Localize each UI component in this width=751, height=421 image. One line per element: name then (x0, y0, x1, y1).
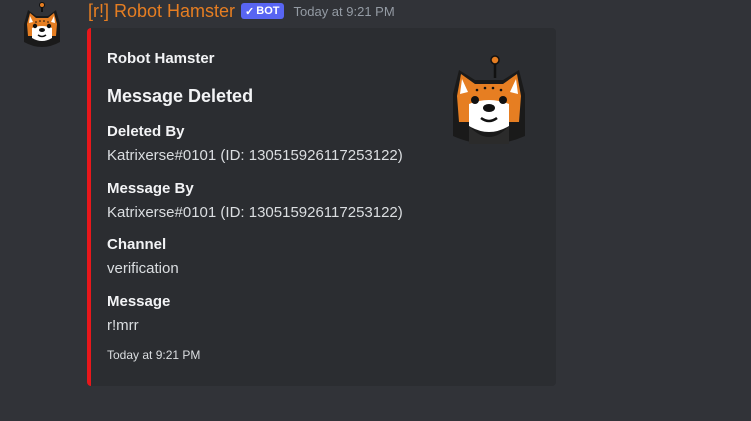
embed-field-message: Message r!mrr (107, 292, 170, 336)
author-username[interactable]: [r!] Robot Hamster (88, 1, 235, 22)
embed-author: Robot Hamster (107, 50, 215, 67)
hamster-avatar-icon[interactable] (20, 2, 64, 50)
embed-title: Message Deleted (107, 86, 254, 106)
field-name: Channel (107, 236, 167, 253)
message-embed: Robot Hamster Message Deleted Deleted By… (87, 28, 556, 386)
chat-message: [r!] Robot Hamster ✓ BOT Today at 9:21 P… (0, 0, 751, 421)
embed-footer-timestamp: Today at 9:21 PM (107, 348, 201, 362)
message-header: [r!] Robot Hamster ✓ BOT Today at 9:21 P… (88, 0, 395, 22)
field-name: Deleted By (107, 123, 185, 140)
field-name: Message By (107, 180, 194, 197)
field-value: Katrixerse#0101 (ID: 130515926117253122) (107, 204, 403, 221)
embed-field-message-by: Message By Katrixerse#0101 (ID: 13051592… (107, 179, 403, 223)
bot-badge: ✓ BOT (241, 3, 284, 19)
embed-field-channel: Channel verification (107, 235, 179, 279)
hamster-thumbnail-icon[interactable] (449, 52, 529, 148)
embed-field-deleted-by: Deleted By Katrixerse#0101 (ID: 13051592… (107, 122, 403, 166)
bot-badge-label: BOT (256, 5, 280, 17)
message-timestamp[interactable]: Today at 9:21 PM (294, 4, 395, 19)
verified-check-icon: ✓ (245, 5, 255, 18)
field-name: Message (107, 293, 171, 310)
field-value: Katrixerse#0101 (ID: 130515926117253122) (107, 147, 403, 164)
field-value: r!mrr (107, 317, 139, 334)
field-value: verification (107, 260, 179, 277)
